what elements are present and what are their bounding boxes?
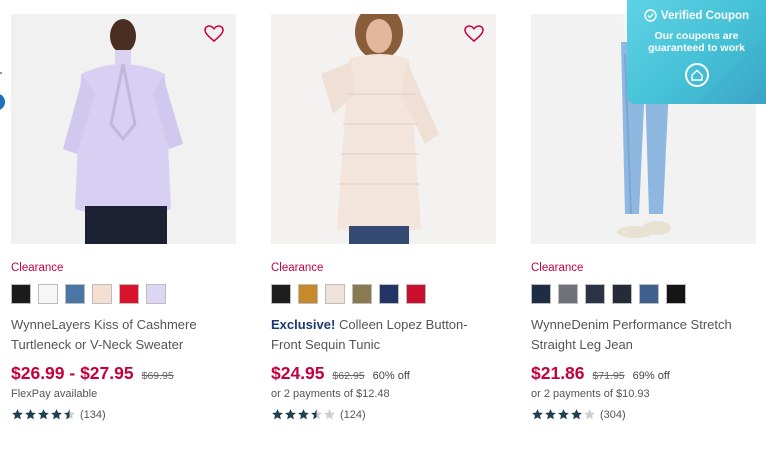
sale-price: $26.99 - $27.95 bbox=[11, 363, 134, 383]
color-swatch[interactable] bbox=[558, 284, 578, 304]
rating[interactable]: (124) bbox=[271, 408, 496, 421]
color-swatch[interactable] bbox=[119, 284, 139, 304]
coupon-home-button[interactable] bbox=[684, 63, 709, 87]
color-swatch[interactable] bbox=[92, 284, 112, 304]
favorite-heart-icon[interactable] bbox=[204, 25, 224, 43]
coupon-header: Verified Coupon bbox=[627, 9, 766, 22]
edge-marker bbox=[0, 72, 2, 74]
original-price: $69.95 bbox=[141, 370, 174, 382]
color-swatch[interactable] bbox=[379, 284, 399, 304]
product-card[interactable]: Clearance WynneLayers Kiss of Cashmere T… bbox=[11, 14, 236, 421]
star-rating bbox=[271, 408, 336, 421]
color-swatch[interactable] bbox=[271, 284, 291, 304]
color-swatch[interactable] bbox=[38, 284, 58, 304]
original-price: $62.95 bbox=[332, 370, 365, 382]
color-swatch[interactable] bbox=[585, 284, 605, 304]
star-full-icon bbox=[545, 409, 556, 420]
review-count: (134) bbox=[80, 408, 106, 421]
payment-info: FlexPay available bbox=[11, 388, 98, 400]
star-rating bbox=[11, 408, 76, 421]
rating[interactable]: (304) bbox=[531, 408, 756, 421]
clearance-label: Clearance bbox=[11, 262, 64, 274]
clearance-label: Clearance bbox=[531, 262, 584, 274]
star-full-icon bbox=[571, 409, 582, 420]
color-swatches bbox=[531, 284, 756, 304]
discount-percent: 69% off bbox=[632, 370, 670, 382]
star-full-icon bbox=[51, 409, 62, 420]
review-count: (304) bbox=[600, 408, 626, 421]
home-icon bbox=[690, 69, 703, 81]
star-empty-icon bbox=[324, 409, 335, 420]
color-swatch[interactable] bbox=[612, 284, 632, 304]
color-swatch[interactable] bbox=[406, 284, 426, 304]
star-half-icon bbox=[311, 409, 322, 420]
star-empty-icon bbox=[584, 409, 595, 420]
sale-price: $21.86 bbox=[531, 363, 585, 383]
payment-info: or 2 payments of $10.93 bbox=[531, 388, 650, 400]
check-circle-icon bbox=[644, 9, 657, 22]
star-half-icon bbox=[64, 409, 75, 420]
sale-price: $24.95 bbox=[271, 363, 325, 383]
clearance-label: Clearance bbox=[271, 262, 324, 274]
review-count: (124) bbox=[340, 408, 366, 421]
color-swatch[interactable] bbox=[298, 284, 318, 304]
product-image[interactable] bbox=[11, 14, 236, 244]
star-full-icon bbox=[285, 409, 296, 420]
star-full-icon bbox=[532, 409, 543, 420]
color-swatch[interactable] bbox=[146, 284, 166, 304]
coupon-title: Verified Coupon bbox=[660, 9, 750, 22]
scroll-left-indicator[interactable] bbox=[0, 94, 5, 110]
color-swatches bbox=[271, 284, 496, 304]
product-name: WynneDenim Performance Stretch Straight … bbox=[531, 317, 732, 352]
price-row: $21.86 $71.95 69% off bbox=[531, 363, 756, 384]
color-swatch[interactable] bbox=[666, 284, 686, 304]
coupon-message: Our coupons are guaranteed to work bbox=[648, 30, 745, 54]
color-swatches bbox=[11, 284, 236, 304]
color-swatch[interactable] bbox=[352, 284, 372, 304]
discount-percent: 60% off bbox=[372, 370, 410, 382]
product-name-link[interactable]: WynneLayers Kiss of Cashmere Turtleneck … bbox=[11, 315, 236, 354]
product-card[interactable]: Clearance Exclusive! Colleen Lopez Butto… bbox=[271, 14, 496, 421]
color-swatch[interactable] bbox=[531, 284, 551, 304]
star-full-icon bbox=[38, 409, 49, 420]
star-rating bbox=[531, 408, 596, 421]
exclusive-tag: Exclusive! bbox=[271, 317, 336, 332]
color-swatch[interactable] bbox=[65, 284, 85, 304]
product-image[interactable] bbox=[271, 14, 496, 244]
star-full-icon bbox=[558, 409, 569, 420]
star-full-icon bbox=[272, 409, 283, 420]
product-name-link[interactable]: Exclusive! Colleen Lopez Button-Front Se… bbox=[271, 315, 496, 354]
color-swatch[interactable] bbox=[11, 284, 31, 304]
price-row: $24.95 $62.95 60% off bbox=[271, 363, 496, 384]
product-name-link[interactable]: WynneDenim Performance Stretch Straight … bbox=[531, 315, 756, 354]
payment-info: or 2 payments of $12.48 bbox=[271, 388, 390, 400]
price-row: $26.99 - $27.95 $69.95 bbox=[11, 363, 236, 384]
color-swatch[interactable] bbox=[639, 284, 659, 304]
rating[interactable]: (134) bbox=[11, 408, 236, 421]
star-full-icon bbox=[298, 409, 309, 420]
original-price: $71.95 bbox=[592, 370, 625, 382]
product-name: WynneLayers Kiss of Cashmere Turtleneck … bbox=[11, 317, 197, 352]
star-full-icon bbox=[12, 409, 23, 420]
color-swatch[interactable] bbox=[325, 284, 345, 304]
verified-coupon-popup[interactable]: Verified Coupon Our coupons are guarante… bbox=[627, 0, 766, 104]
favorite-heart-icon[interactable] bbox=[464, 25, 484, 43]
star-full-icon bbox=[25, 409, 36, 420]
